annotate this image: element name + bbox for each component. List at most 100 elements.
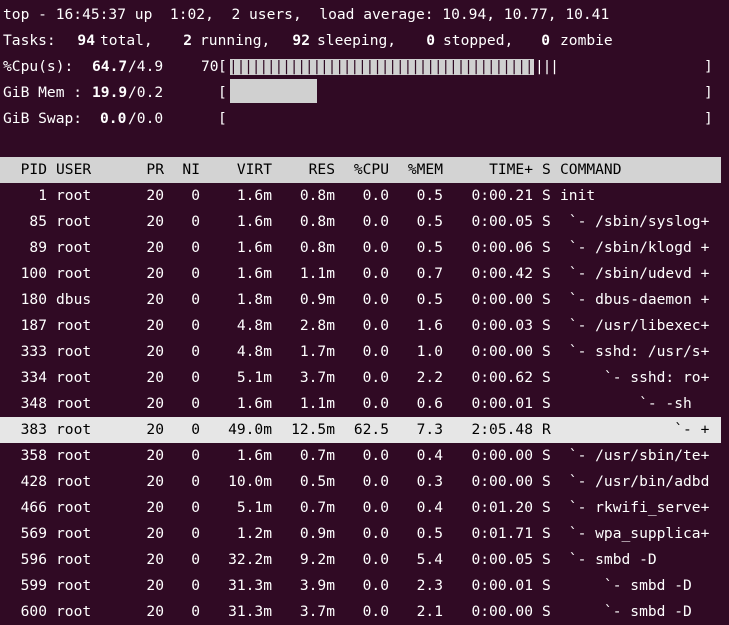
cell-virt: 10.0m xyxy=(228,473,272,490)
process-row[interactable]: 89 root 20 0 1.6m 0.8m 0.0 0.5 0:00.06 S `- /sbin… xyxy=(0,235,729,261)
process-row[interactable]: 600 root 20 0 31.3m 3.7m 0.0 2.1 0:00.00 S `- smb… xyxy=(0,599,729,625)
process-row[interactable]: 187 root 20 0 4.8m 2.8m 0.0 1.6 0:00.03 S `- /usr… xyxy=(0,313,729,339)
cell-virt: 49.0m xyxy=(228,421,272,438)
process-row[interactable]: 428 root 20 0 10.0m 0.5m 0.0 0.3 0:00.00 S `- /us… xyxy=(0,469,729,495)
process-row[interactable]: 100 root 20 0 1.6m 1.1m 0.0 0.7 0:00.42 S `- /sbi… xyxy=(0,261,729,287)
cell-user: root xyxy=(56,265,92,282)
cell-user: root xyxy=(56,239,92,256)
cell-pid: 85 xyxy=(29,213,47,230)
cell-virt: 1.6m xyxy=(236,213,272,230)
cell-mem: 0.5 xyxy=(416,291,443,308)
column-header-pr[interactable]: PR xyxy=(130,157,164,183)
tasks-stopped-value: 0 xyxy=(426,32,435,49)
cell-state: S xyxy=(542,551,551,568)
column-header-state[interactable]: S xyxy=(542,157,551,183)
mem-usage-rest: /0.2 xyxy=(128,84,164,101)
process-row[interactable]: 599 root 20 0 31.3m 3.9m 0.0 2.3 0:00.01 S `- smb… xyxy=(0,573,729,599)
cell-cpu: 0.0 xyxy=(362,473,389,490)
terminal-window[interactable]: top - 16:45:37 up 1:02, 2 users, load av… xyxy=(0,0,729,625)
cell-pr: 20 xyxy=(146,239,164,256)
cell-mem: 1.6 xyxy=(416,317,443,334)
column-header-time[interactable]: TIME+ xyxy=(450,157,533,183)
process-row[interactable]: 180 dbus 20 0 1.8m 0.9m 0.0 0.5 0:00.00 S `- dbus… xyxy=(0,287,729,313)
cell-pid: 596 xyxy=(20,551,47,568)
cell-pid: 383 xyxy=(20,421,47,438)
cell-pr: 20 xyxy=(146,473,164,490)
cell-mem: 5.4 xyxy=(416,551,443,568)
column-header-res[interactable]: RES xyxy=(280,157,335,183)
cell-virt: 32.2m xyxy=(228,551,272,568)
mem-bar-close: ] xyxy=(704,84,713,101)
cell-cpu: 0.0 xyxy=(362,239,389,256)
process-row[interactable]: 333 root 20 0 4.8m 1.7m 0.0 1.0 0:00.00 S `- sshd… xyxy=(0,339,729,365)
cell-pid: 599 xyxy=(20,577,47,594)
column-header-command[interactable]: COMMAND xyxy=(560,157,622,183)
process-row[interactable]: 348 root 20 0 1.6m 1.1m 0.0 0.6 0:00.01 S `- -sh xyxy=(0,391,729,417)
cell-time: 0:00.01 xyxy=(471,395,533,412)
process-row[interactable]: 466 root 20 0 5.1m 0.7m 0.0 0.4 0:01.20 S `- rkwi… xyxy=(0,495,729,521)
cpu-usage-value: 64.7 xyxy=(92,58,128,75)
cell-user: root xyxy=(56,603,92,620)
cell-command: `- sshd: ro+ xyxy=(560,369,710,386)
process-row[interactable]: 596 root 20 0 32.2m 9.2m 0.0 5.4 0:00.05 S `- smb… xyxy=(0,547,729,573)
cell-res: 1.7m xyxy=(299,343,335,360)
column-header-ni[interactable]: NI xyxy=(170,157,200,183)
tasks-stopped-label: stopped, xyxy=(443,32,514,49)
cell-ni: 0 xyxy=(191,265,200,282)
cell-ni: 0 xyxy=(191,499,200,516)
cell-ni: 0 xyxy=(191,239,200,256)
cell-cpu: 0.0 xyxy=(362,343,389,360)
process-row[interactable]: 358 root 20 0 1.6m 0.7m 0.0 0.4 0:00.00 S `- /usr… xyxy=(0,443,729,469)
cell-user: root xyxy=(56,421,92,438)
swap-label: GiB Swap: xyxy=(3,110,83,127)
cell-time: 0:01.20 xyxy=(471,499,533,516)
cpu-usage-rest: /4.9 xyxy=(128,58,164,75)
cell-res: 0.7m xyxy=(299,447,335,464)
cell-state: S xyxy=(542,187,551,204)
process-row[interactable]: 85 root 20 0 1.6m 0.8m 0.0 0.5 0:00.05 S `- /sbin… xyxy=(0,209,729,235)
cell-pid: 180 xyxy=(20,291,47,308)
cell-state: S xyxy=(542,369,551,386)
cell-state: S xyxy=(542,395,551,412)
tasks-label: Tasks: xyxy=(3,32,56,49)
process-row[interactable]: 569 root 20 0 1.2m 0.9m 0.0 0.5 0:01.71 S `- wpa_… xyxy=(0,521,729,547)
mem-label: GiB Mem : xyxy=(3,84,83,101)
cell-command: `- smbd -D xyxy=(560,603,692,620)
column-header-pid[interactable]: PID xyxy=(0,157,47,183)
cell-res: 0.5m xyxy=(299,473,335,490)
column-header-cpu[interactable]: %CPU xyxy=(340,157,389,183)
cell-virt: 1.6m xyxy=(236,395,272,412)
cell-ni: 0 xyxy=(191,551,200,568)
cell-mem: 2.2 xyxy=(416,369,443,386)
cell-time: 0:00.01 xyxy=(471,577,533,594)
cell-res: 0.8m xyxy=(299,187,335,204)
cell-user: root xyxy=(56,187,92,204)
cell-command: init xyxy=(560,187,596,204)
cell-time: 0:00.21 xyxy=(471,187,533,204)
cell-virt: 1.6m xyxy=(236,265,272,282)
column-header-user[interactable]: USER xyxy=(56,157,91,183)
cell-mem: 1.0 xyxy=(416,343,443,360)
cell-command: `- /usr/libexec+ xyxy=(560,317,710,334)
column-header-virt[interactable]: VIRT xyxy=(210,157,272,183)
cell-cpu: 62.5 xyxy=(353,421,389,438)
cell-res: 0.7m xyxy=(299,499,335,516)
cell-command: `- sshd: /usr/s+ xyxy=(560,343,710,360)
cell-command: `- -sh xyxy=(560,395,692,412)
cell-pr: 20 xyxy=(146,603,164,620)
process-row[interactable]: 334 root 20 0 5.1m 3.7m 0.0 2.2 0:00.62 S `- sshd… xyxy=(0,365,729,391)
cell-time: 0:00.62 xyxy=(471,369,533,386)
cell-mem: 0.5 xyxy=(416,525,443,542)
cell-ni: 0 xyxy=(191,187,200,204)
column-header-mem[interactable]: %MEM xyxy=(395,157,443,183)
cell-cpu: 0.0 xyxy=(362,213,389,230)
cell-ni: 0 xyxy=(191,395,200,412)
cell-time: 0:00.00 xyxy=(471,473,533,490)
cell-time: 0:00.05 xyxy=(471,213,533,230)
cell-cpu: 0.0 xyxy=(362,369,389,386)
cell-pr: 20 xyxy=(146,343,164,360)
cell-state: S xyxy=(542,603,551,620)
cell-ni: 0 xyxy=(191,343,200,360)
process-row[interactable]: 383 root 20 0 49.0m 12.5m 62.5 7.3 2:05.48 R `- + xyxy=(0,417,721,443)
process-row[interactable]: 1 root 20 0 1.6m 0.8m 0.0 0.5 0:00.21 Sinit xyxy=(0,183,729,209)
